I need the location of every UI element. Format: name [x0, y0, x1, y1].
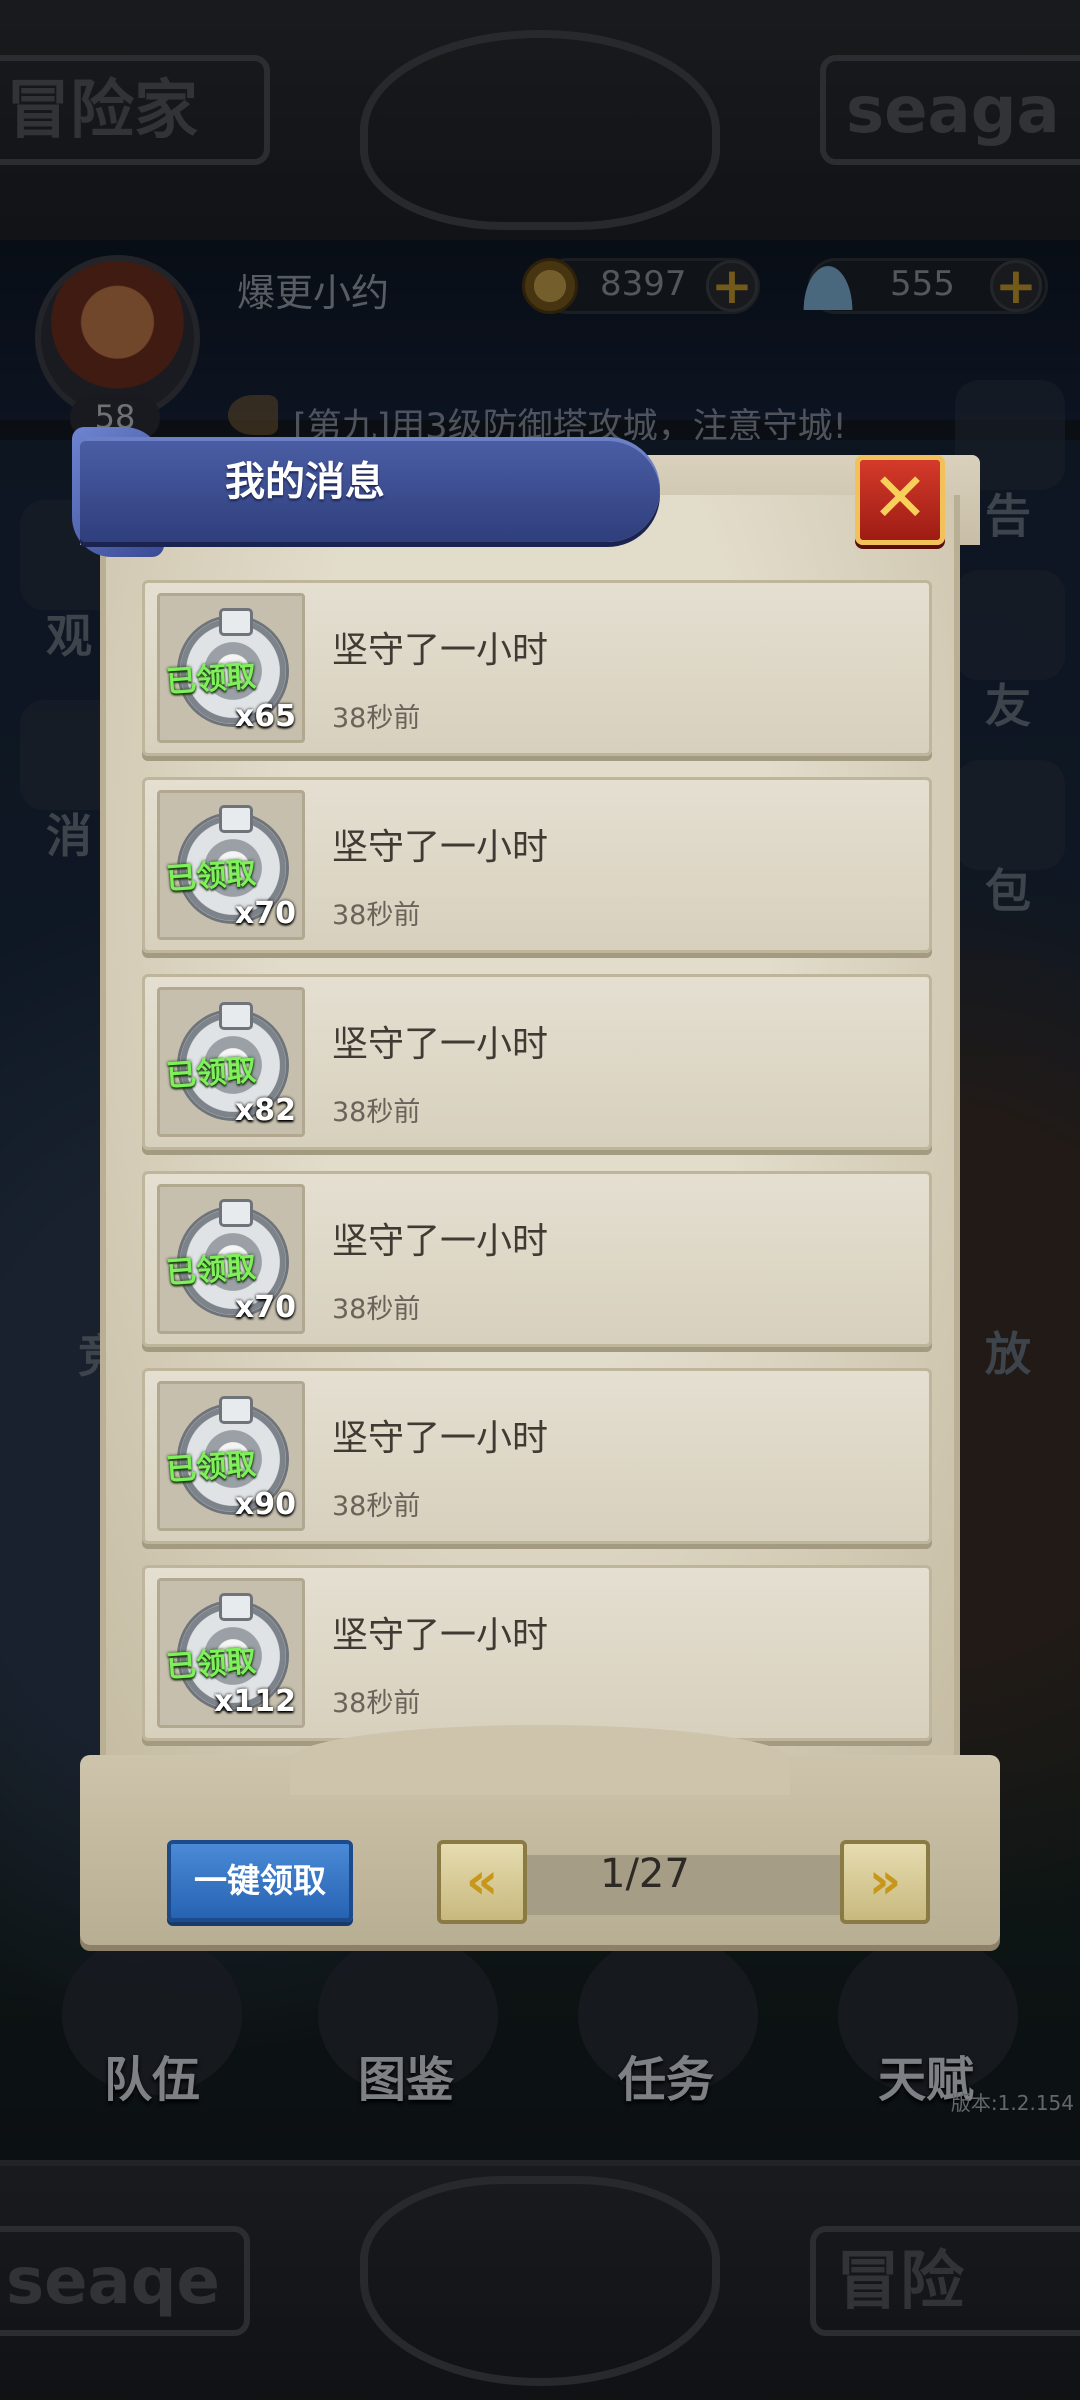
message-list: 已领取 x65 坚守了一小时 38秒前 已领取 x70 坚守了一小时 38秒前 …	[142, 580, 932, 1762]
message-time: 38秒前	[332, 1688, 421, 1719]
reward-quantity: x90	[234, 1487, 296, 1522]
reward-slot: 已领取 x70	[157, 1184, 305, 1334]
reward-slot: 已领取 x82	[157, 987, 305, 1137]
claimed-badge: 已领取	[165, 1643, 258, 1686]
claimed-badge: 已领取	[165, 1052, 258, 1095]
message-item[interactable]: 已领取 x112 坚守了一小时 38秒前	[142, 1565, 932, 1741]
reward-slot: 已领取 x70	[157, 790, 305, 940]
close-button[interactable]: ✕	[855, 455, 945, 545]
reward-quantity: x112	[214, 1684, 296, 1719]
gear-tooth	[219, 1002, 253, 1030]
message-title: 坚守了一小时	[332, 1615, 549, 1656]
gear-tooth	[219, 1396, 253, 1424]
message-item[interactable]: 已领取 x90 坚守了一小时 38秒前	[142, 1368, 932, 1544]
reward-quantity: x82	[234, 1093, 296, 1128]
footer-notch	[290, 1725, 790, 1795]
gear-tooth	[219, 608, 253, 636]
message-title: 坚守了一小时	[332, 827, 549, 868]
message-title: 坚守了一小时	[332, 1024, 549, 1065]
reward-quantity: x70	[234, 1290, 296, 1325]
reward-slot: 已领取 x90	[157, 1381, 305, 1531]
dialog-title: 我的消息	[225, 459, 385, 505]
message-title: 坚守了一小时	[332, 1418, 549, 1459]
message-time: 38秒前	[332, 1294, 421, 1325]
gear-tooth	[219, 1199, 253, 1227]
claimed-badge: 已领取	[165, 658, 258, 701]
reward-quantity: x65	[234, 699, 296, 734]
messages-dialog: 我的消息 ✕ 已领取 x65 坚守了一小时 38秒前 已领取 x70 坚守了一小…	[72, 427, 1000, 1945]
claimed-badge: 已领取	[165, 1249, 258, 1292]
double-chevron-right-icon: »	[868, 1852, 902, 1910]
reward-quantity: x70	[234, 896, 296, 931]
message-title: 坚守了一小时	[332, 1221, 549, 1262]
message-time: 38秒前	[332, 1491, 421, 1522]
gear-tooth	[219, 1593, 253, 1621]
prev-page-button[interactable]: «	[437, 1840, 527, 1924]
page-indicator: 1/27	[600, 1851, 690, 1897]
claim-all-button[interactable]: 一键领取	[167, 1840, 353, 1922]
claimed-badge: 已领取	[165, 1446, 258, 1489]
claimed-badge: 已领取	[165, 855, 258, 898]
message-time: 38秒前	[332, 1097, 421, 1128]
next-page-button[interactable]: »	[840, 1840, 930, 1924]
gear-tooth	[219, 805, 253, 833]
message-item[interactable]: 已领取 x70 坚守了一小时 38秒前	[142, 777, 932, 953]
reward-slot: 已领取 x112	[157, 1578, 305, 1728]
message-title: 坚守了一小时	[332, 630, 549, 671]
dialog-title-banner: 我的消息	[80, 437, 660, 542]
dialog-footer: 一键领取 « 1/27 »	[80, 1725, 1000, 1945]
message-time: 38秒前	[332, 703, 421, 734]
message-item[interactable]: 已领取 x70 坚守了一小时 38秒前	[142, 1171, 932, 1347]
message-time: 38秒前	[332, 900, 421, 931]
reward-slot: 已领取 x65	[157, 593, 305, 743]
message-item[interactable]: 已领取 x82 坚守了一小时 38秒前	[142, 974, 932, 1150]
close-x-icon: ✕	[871, 459, 929, 538]
double-chevron-left-icon: «	[465, 1852, 499, 1910]
message-item[interactable]: 已领取 x65 坚守了一小时 38秒前	[142, 580, 932, 756]
